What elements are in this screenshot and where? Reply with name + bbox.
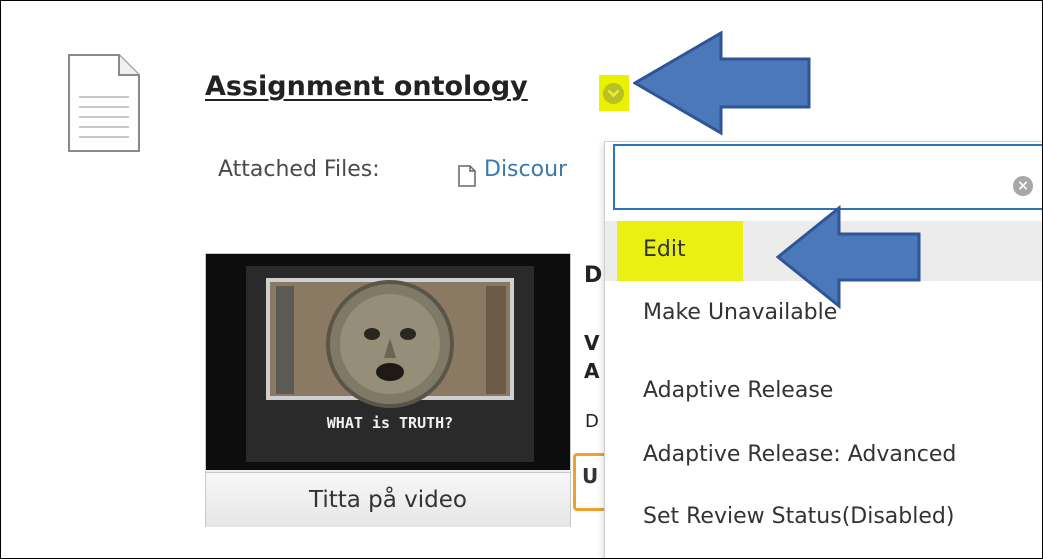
clear-search-icon[interactable]: ×	[1013, 176, 1033, 196]
left-arrow-icon	[775, 205, 921, 309]
attached-files-label: Attached Files:	[218, 157, 380, 182]
menu-item-label: Adaptive Release	[643, 378, 834, 403]
menu-item-adaptive-release[interactable]: Adaptive Release	[605, 372, 1042, 412]
menu-item-label: Set Review Status(Disabled)	[643, 504, 955, 529]
menu-item-label: Adaptive Release: Advanced	[643, 442, 957, 467]
menu-item-set-review-status[interactable]: Set Review Status(Disabled)	[605, 498, 1042, 538]
item-title-link[interactable]: Assignment ontology	[205, 71, 528, 102]
attached-file-link[interactable]: Discour	[484, 157, 602, 182]
video-thumbnail[interactable]: WHAT is TRUTH?	[206, 254, 570, 470]
partial-button-label: U	[582, 464, 599, 488]
menu-search-input[interactable]: ×	[613, 144, 1042, 210]
file-icon	[458, 165, 476, 187]
partial-text-line: A	[584, 359, 600, 383]
menu-item-adaptive-release-advanced[interactable]: Adaptive Release: Advanced	[605, 436, 1042, 476]
partial-text-line: D	[585, 411, 599, 432]
partial-heading-text: D	[584, 263, 603, 288]
menu-item-label: Edit	[643, 237, 686, 262]
document-icon	[68, 54, 140, 152]
video-widget: WHAT is TRUTH? Titta på video	[205, 253, 571, 527]
left-arrow-icon	[633, 31, 811, 135]
partial-text-line: V	[584, 331, 600, 355]
watch-video-button[interactable]: Titta på video	[206, 472, 570, 527]
chevron-down-icon	[603, 83, 624, 104]
video-caption: WHAT is TRUTH?	[327, 414, 453, 432]
item-menu-button[interactable]	[599, 75, 629, 111]
context-menu: × Edit Make Unavailable Adaptive Release…	[604, 141, 1042, 558]
content-area: Assignment ontology Attached Files: Disc…	[0, 0, 1043, 559]
